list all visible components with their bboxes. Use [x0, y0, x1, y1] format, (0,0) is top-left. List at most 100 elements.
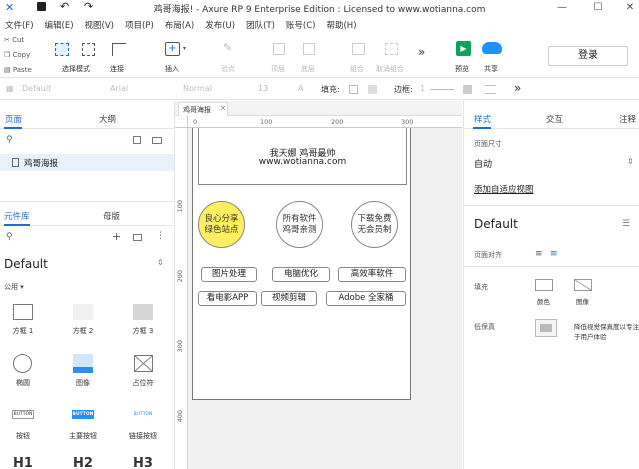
close-button[interactable]: ✕ — [623, 1, 637, 15]
movie-app-button[interactable]: 看电影APP — [198, 291, 257, 306]
fill-image-picker[interactable] — [574, 279, 592, 291]
h3-widget-icon[interactable]: H3 — [123, 456, 163, 469]
tab-libraries[interactable]: 元件库 — [4, 210, 30, 222]
menu-edit[interactable]: 编辑(E) — [45, 19, 74, 31]
tab-pages[interactable]: 页面 — [5, 113, 22, 125]
page-size-dropdown[interactable]: 自动 — [474, 157, 492, 170]
inspector-panel: 样式 交互 注释 页面尺寸 自动 ⇕ 添加自适应视图 Default ☰ 页面对… — [463, 101, 639, 469]
menu-account[interactable]: 账号(C) — [286, 19, 316, 31]
more-toolbar-button[interactable]: » — [418, 45, 425, 59]
close-tab-icon[interactable]: × — [220, 104, 226, 112]
widget-label: 方框 3 — [132, 327, 154, 335]
paste-button[interactable]: ▤ Paste — [4, 66, 32, 74]
image-processing-button[interactable]: 图片处理 — [201, 267, 257, 282]
cut-button[interactable]: ✂ Cut — [4, 36, 24, 44]
point-button[interactable]: ✎ 验点 — [220, 39, 240, 77]
page-align-label: 页面对齐 — [474, 251, 502, 259]
circle-green-site[interactable]: 良心分享 绿色站点 — [198, 201, 245, 248]
library-name-dropdown[interactable]: Default — [4, 257, 48, 271]
design-page[interactable]: 我天娜 鸡哥最帅 www.wotianna.com 良心分享 绿色站点 所有软件… — [192, 128, 411, 400]
tab-notes[interactable]: 注释 — [619, 113, 636, 125]
border-color-swatch[interactable] — [463, 85, 472, 94]
primary-button-widget-icon[interactable]: BUTTON — [72, 410, 94, 419]
send-to-back-button[interactable]: 底层 — [300, 39, 320, 77]
library-search-icon[interactable]: ⚲ — [6, 232, 13, 242]
circle-free-download[interactable]: 下载免费 无会员制 — [351, 201, 398, 248]
copy-button[interactable]: ❐ Copy — [4, 51, 30, 59]
menu-team[interactable]: 团队(T) — [246, 19, 275, 31]
canvas-tab[interactable]: 鸡哥海报 × — [178, 102, 228, 116]
library-more-icon[interactable]: ⋮ — [156, 231, 165, 241]
select-mode-button[interactable]: 选择模式 — [52, 39, 102, 77]
menu-project[interactable]: 项目(P) — [125, 19, 154, 31]
tab-masters[interactable]: 母版 — [103, 210, 120, 222]
border-style-line[interactable] — [430, 89, 454, 90]
more-format-button[interactable]: » — [514, 81, 521, 95]
add-folder-icon[interactable] — [152, 137, 162, 144]
menu-help[interactable]: 帮助(H) — [326, 19, 356, 31]
style-dropdown[interactable]: Default — [22, 84, 51, 93]
page-icon — [12, 158, 19, 167]
menu-publish[interactable]: 发布(U) — [205, 19, 235, 31]
share-button[interactable]: 共享 — [481, 39, 505, 77]
header-box[interactable]: 我天娜 鸡哥最帅 www.wotianna.com — [198, 128, 407, 185]
link-button-widget-icon[interactable]: BUTTON — [132, 410, 154, 419]
align-left-icon[interactable]: ≡ — [535, 249, 543, 259]
border-width-input[interactable]: 1 — [420, 84, 425, 93]
button-widget-icon[interactable]: BUTTON — [12, 410, 34, 419]
h2-widget-icon[interactable]: H2 — [63, 456, 103, 469]
menu-file[interactable]: 文件(F) — [5, 19, 34, 31]
circle-tested-software[interactable]: 所有软件 鸡哥亲测 — [276, 201, 323, 248]
video-edit-button[interactable]: 视频剪辑 — [261, 291, 317, 306]
library-options-icon[interactable] — [133, 234, 142, 241]
search-icon[interactable]: ⚲ — [6, 135, 13, 145]
fill-color-swatch[interactable] — [349, 85, 358, 94]
pc-optimize-button[interactable]: 电脑优化 — [272, 267, 330, 282]
login-button[interactable]: 登录 — [548, 46, 628, 66]
tab-interaction[interactable]: 交互 — [546, 113, 563, 125]
box1-widget-icon[interactable] — [13, 304, 33, 320]
bring-to-front-button[interactable]: 顶层 — [270, 39, 290, 77]
font-size-dropdown[interactable]: 13 — [258, 84, 268, 93]
low-fidelity-desc-1: 降低视觉保真度以专注 — [574, 323, 639, 331]
minimize-button[interactable]: — — [555, 1, 569, 15]
maximize-button[interactable]: ☐ — [591, 1, 605, 15]
add-adaptive-view-link[interactable]: 添加自适应视图 — [474, 183, 534, 195]
menu-layout[interactable]: 布局(A) — [165, 19, 194, 31]
page-size-dropdown-icon[interactable]: ⇕ — [627, 157, 634, 166]
fill-image-swatch[interactable] — [368, 85, 377, 94]
image-widget-icon[interactable] — [73, 354, 93, 373]
group-button[interactable]: 组合 — [349, 39, 369, 77]
adobe-suite-button[interactable]: Adobe 全家桶 — [326, 291, 406, 306]
h1-widget-icon[interactable]: H1 — [3, 456, 43, 469]
style-settings-icon[interactable]: ☰ — [622, 219, 630, 229]
tab-outline[interactable]: 大纲 — [99, 113, 116, 125]
low-fidelity-label: 低保真 — [474, 323, 495, 331]
page-item[interactable]: 鸡哥海报 — [0, 154, 174, 171]
tab-style[interactable]: 样式 — [474, 113, 491, 125]
font-dropdown[interactable]: Arial — [110, 84, 128, 93]
border-pattern-icon[interactable] — [485, 85, 496, 94]
placeholder-widget-icon[interactable] — [134, 355, 153, 372]
library-dropdown-icon[interactable]: ⇕ — [157, 258, 164, 267]
ungroup-button[interactable]: 取消组合 — [376, 39, 406, 77]
fill-color-picker[interactable] — [535, 279, 553, 291]
ellipse-widget-icon[interactable] — [13, 354, 32, 373]
box3-widget-icon[interactable] — [133, 304, 153, 320]
menu-bar: 文件(F) 编辑(E) 视图(V) 项目(P) 布局(A) 发布(U) 团队(T… — [0, 16, 639, 33]
box2-widget-icon[interactable] — [73, 304, 93, 320]
header-line-2: www.wotianna.com — [258, 157, 347, 167]
efficiency-software-button[interactable]: 高效率软件 — [338, 267, 406, 282]
style-dropdown-icon: ▦ — [6, 84, 14, 93]
preview-button[interactable]: ▶ 预览 — [453, 39, 475, 77]
add-page-icon[interactable] — [133, 136, 141, 144]
insert-button[interactable]: + ▾ 插入 — [163, 39, 189, 77]
category-label[interactable]: 公用 ▾ — [4, 282, 24, 292]
menu-view[interactable]: 视图(V) — [85, 19, 114, 31]
add-library-icon[interactable]: + — [112, 230, 121, 243]
connect-button[interactable]: 连接 — [108, 39, 132, 77]
text-color-icon[interactable]: A — [298, 84, 303, 93]
align-center-icon[interactable]: ≡ — [550, 249, 558, 259]
group-icon — [352, 43, 365, 55]
font-weight-dropdown[interactable]: Normal — [183, 84, 212, 93]
